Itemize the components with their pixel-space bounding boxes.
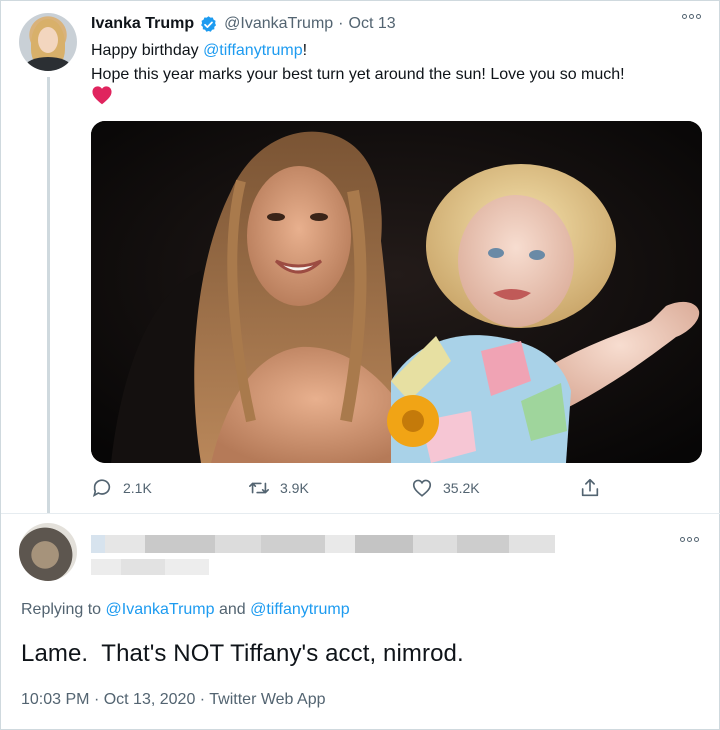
replying-and: and	[214, 601, 251, 618]
reply-text: Lame. That's NOT Tiffany's acct, nimrod.	[21, 640, 464, 667]
retweet-icon	[249, 482, 269, 494]
more-dot	[687, 537, 692, 542]
tweet-header: Ivanka Trump @IvankaTrump · Oct 13	[91, 13, 396, 35]
tweet-actions: 2.1K 3.9K 35.2K	[91, 477, 611, 503]
more-dot	[680, 537, 685, 542]
blur-block	[91, 559, 121, 575]
meta-separator: ·	[199, 691, 206, 708]
tweet-photo[interactable]	[91, 121, 702, 463]
blur-block	[105, 535, 145, 553]
like-action[interactable]: 35.2K	[411, 477, 480, 499]
avatar-body	[25, 57, 71, 71]
blurred-replier-name	[91, 535, 555, 553]
tweet-date[interactable]: Oct 13	[349, 15, 396, 33]
tweet-text-line-1: Happy birthday @tiffanytrump!	[91, 39, 625, 63]
tweet-divider	[1, 513, 720, 514]
blur-block	[509, 535, 555, 553]
reply-time[interactable]: 10:03 PM	[21, 691, 89, 708]
reply-client[interactable]: Twitter Web App	[209, 691, 325, 708]
replier-avatar[interactable]	[19, 523, 77, 581]
author-name[interactable]: Ivanka Trump	[91, 15, 194, 33]
blur-block	[413, 535, 457, 553]
blurred-replier-handle	[91, 559, 209, 575]
reply-icon	[92, 479, 111, 498]
more-dot	[696, 14, 701, 19]
share-icon	[581, 478, 599, 497]
reply-date[interactable]: Oct 13, 2020	[104, 691, 196, 708]
author-avatar[interactable]	[19, 13, 77, 71]
reply-metadata: 10:03 PM · Oct 13, 2020 · Twitter Web Ap…	[21, 691, 325, 709]
like-heart-icon	[412, 479, 432, 497]
meta-separator: ·	[93, 691, 100, 708]
red-heart-emoji-icon	[92, 86, 112, 105]
replying-mention-2[interactable]: @tiffanytrump	[250, 601, 350, 618]
header-separator: ·	[338, 15, 344, 32]
verified-badge-icon	[199, 15, 218, 34]
share-action[interactable]	[579, 477, 611, 499]
more-dot	[689, 14, 694, 19]
replying-prefix: Replying to	[21, 601, 106, 618]
like-count: 35.2K	[443, 480, 480, 496]
blur-block	[165, 559, 209, 575]
blur-block	[261, 535, 325, 553]
retweet-action[interactable]: 3.9K	[248, 477, 309, 499]
photo-illustration	[91, 121, 702, 463]
avatar-face	[38, 27, 58, 53]
replying-mention-1[interactable]: @IvankaTrump	[106, 601, 215, 618]
replying-to-line: Replying to @IvankaTrump and @tiffanytru…	[21, 601, 350, 619]
more-dot	[682, 14, 687, 19]
mention-link[interactable]: @tiffanytrump	[203, 42, 303, 59]
more-dot	[694, 537, 699, 542]
retweet-count: 3.9K	[280, 480, 309, 496]
blur-block	[325, 535, 355, 553]
tweet-thread-card: Ivanka Trump @IvankaTrump · Oct 13 Happy…	[0, 0, 720, 730]
blur-block	[355, 535, 413, 553]
tweet-text-suffix: !	[302, 42, 308, 59]
original-tweet[interactable]: Ivanka Trump @IvankaTrump · Oct 13 Happy…	[1, 1, 720, 513]
blur-block	[457, 535, 509, 553]
blur-block	[121, 559, 165, 575]
more-options-icon[interactable]	[682, 14, 701, 19]
blur-block	[91, 535, 105, 553]
tweet-text-line-2: Hope this year marks your best turn yet …	[91, 66, 625, 83]
blur-block	[215, 535, 261, 553]
reply-action[interactable]: 2.1K	[91, 477, 152, 499]
tweet-text: Happy birthday @tiffanytrump! Hope this …	[91, 39, 625, 87]
reply-count: 2.1K	[123, 480, 152, 496]
blur-block	[145, 535, 215, 553]
reply-more-options-icon[interactable]	[680, 537, 699, 542]
tweet-text-prefix: Happy birthday	[91, 42, 204, 59]
author-handle[interactable]: @IvankaTrump	[224, 15, 333, 33]
thread-connector-line	[47, 77, 50, 513]
